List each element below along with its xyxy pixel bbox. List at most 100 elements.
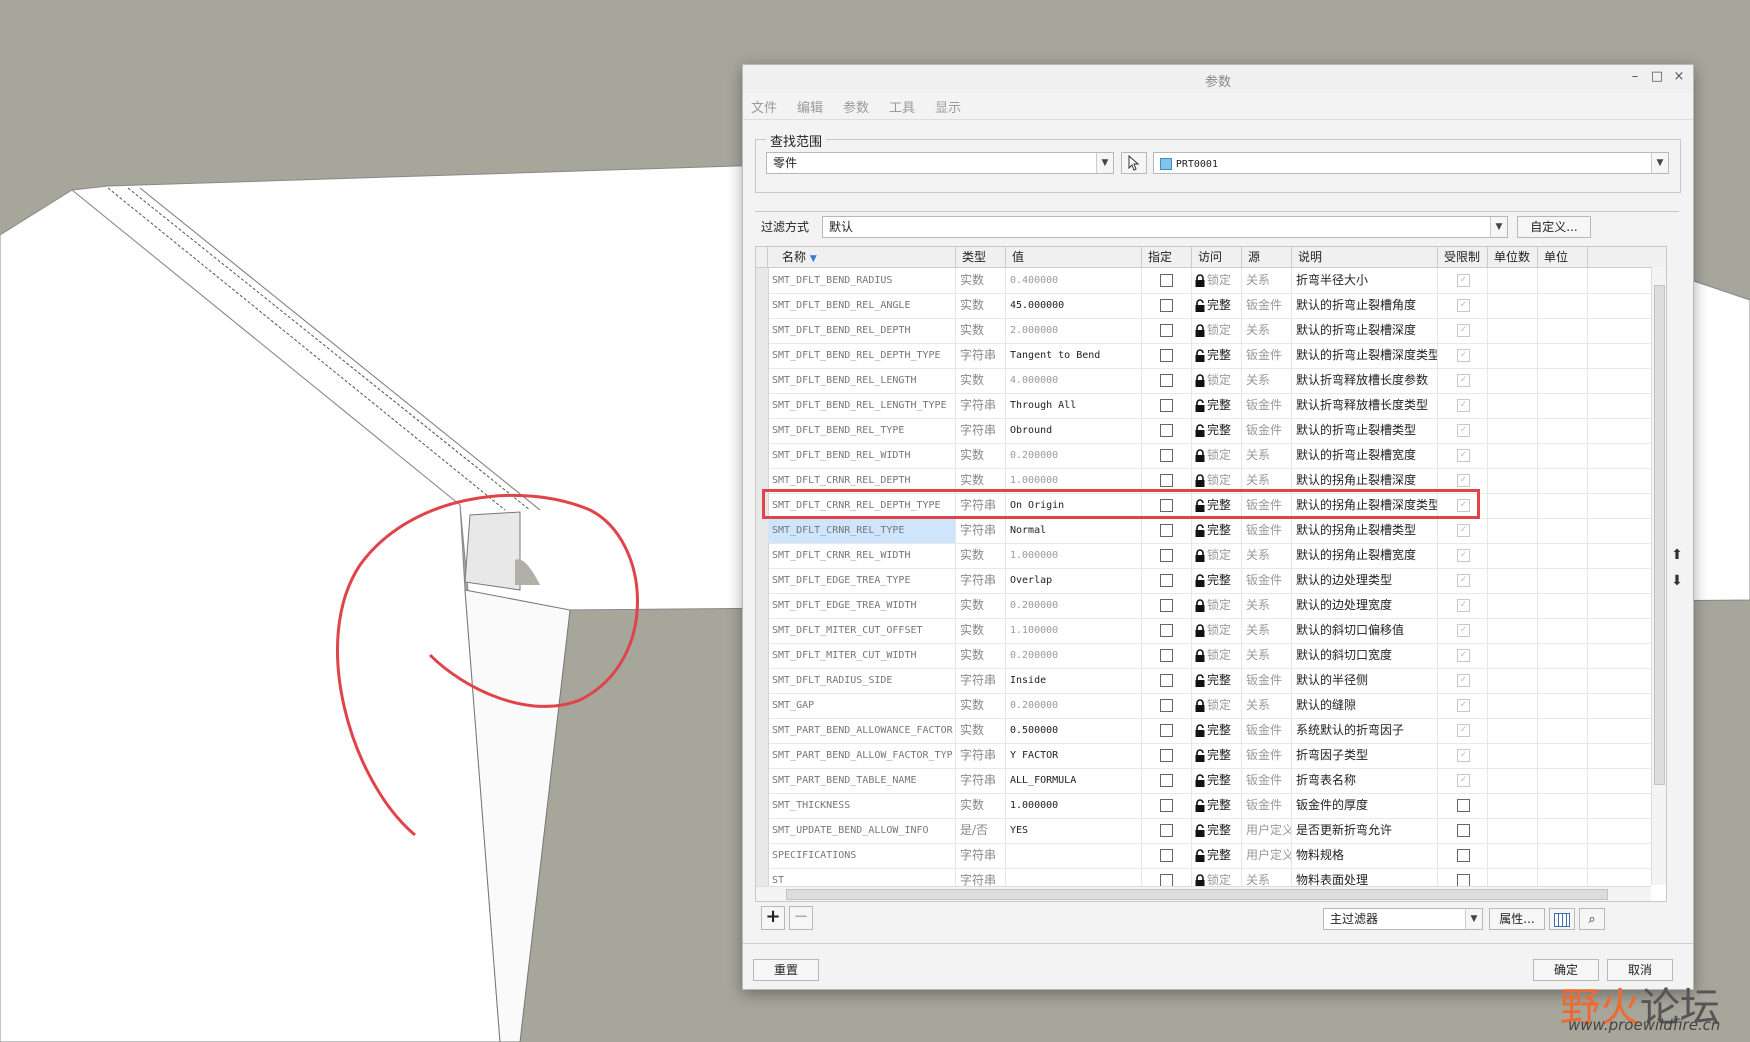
cell-name[interactable]: SMT_DFLT_RADIUS_SIDE (768, 668, 956, 693)
main-filter-select[interactable]: 主过滤器 ▼ (1323, 908, 1483, 930)
cell-access[interactable]: 锁定 (1192, 318, 1242, 343)
restricted-checkbox[interactable]: ✓ (1457, 449, 1470, 462)
maximize-button[interactable]: □ (1647, 69, 1667, 87)
cell-desc[interactable]: 默认的折弯止裂槽宽度 (1292, 443, 1438, 468)
cell-desc[interactable]: 默认的边处理宽度 (1292, 593, 1438, 618)
cell-value[interactable]: 0.400000 (1006, 268, 1142, 293)
cell-unitq[interactable] (1488, 368, 1538, 393)
cell-restricted[interactable]: ✓ (1438, 543, 1488, 568)
close-button[interactable]: × (1669, 69, 1689, 87)
scrollbar-thumb[interactable] (1654, 285, 1665, 785)
cell-type[interactable]: 字符串 (956, 493, 1006, 518)
cell-name[interactable]: SMT_DFLT_MITER_CUT_WIDTH (768, 643, 956, 668)
table-row[interactable]: SMT_UPDATE_BEND_ALLOW_INFO 是/否 YES 完整 用户定义 是否… (756, 818, 1651, 844)
cell-source[interactable]: 关系 (1242, 618, 1292, 643)
cell-desc[interactable]: 折弯表名称 (1292, 768, 1438, 793)
designate-checkbox[interactable] (1160, 499, 1173, 512)
cell-desc[interactable]: 默认的折弯止裂槽深度 (1292, 318, 1438, 343)
cell-designate[interactable] (1142, 443, 1192, 468)
cell-desc[interactable]: 默认的斜切口偏移值 (1292, 618, 1438, 643)
cell-value[interactable]: 2.000000 (1006, 318, 1142, 343)
designate-checkbox[interactable] (1160, 449, 1173, 462)
cell-designate[interactable] (1142, 318, 1192, 343)
cell-desc[interactable]: 默认的拐角止裂槽宽度 (1292, 543, 1438, 568)
cell-value[interactable]: 0.200000 (1006, 443, 1142, 468)
cell-unit[interactable] (1538, 618, 1588, 643)
select-pointer-button[interactable] (1121, 152, 1147, 174)
cell-name[interactable]: SMT_DFLT_CRNR_REL_WIDTH (768, 543, 956, 568)
cell-source[interactable]: 钣金件 (1242, 518, 1292, 543)
scrollbar-thumb[interactable] (786, 889, 1608, 900)
cell-value[interactable]: 4.000000 (1006, 368, 1142, 393)
cell-type[interactable]: 实数 (956, 468, 1006, 493)
cell-unit[interactable] (1538, 818, 1588, 843)
cell-unitq[interactable] (1488, 718, 1538, 743)
cell-unitq[interactable] (1488, 618, 1538, 643)
cell-name[interactable]: SMT_DFLT_BEND_REL_WIDTH (768, 443, 956, 468)
cell-value[interactable]: 1.000000 (1006, 468, 1142, 493)
cell-type[interactable]: 实数 (956, 443, 1006, 468)
cell-access[interactable]: 完整 (1192, 668, 1242, 693)
cell-restricted[interactable]: ✓ (1438, 293, 1488, 318)
table-row[interactable]: SPECIFICATIONS 字符串 完整 用户定义 物料规格 (756, 843, 1651, 869)
cell-restricted[interactable]: ✓ (1438, 668, 1488, 693)
cell-source[interactable]: 关系 (1242, 593, 1292, 618)
properties-button[interactable]: 属性... (1489, 908, 1545, 930)
cell-name[interactable]: SMT_PART_BEND_ALLOW_FACTOR_TYP (768, 743, 956, 768)
restricted-checkbox[interactable]: ✓ (1457, 349, 1470, 362)
table-row[interactable]: SMT_DFLT_BEND_RADIUS 实数 0.400000 锁定 关系 折弯半径大小… (756, 268, 1651, 294)
cell-unit[interactable] (1538, 743, 1588, 768)
cell-designate[interactable] (1142, 293, 1192, 318)
cell-access[interactable]: 锁定 (1192, 643, 1242, 668)
restricted-checkbox[interactable]: ✓ (1457, 499, 1470, 512)
cell-restricted[interactable]: ✓ (1438, 643, 1488, 668)
cell-restricted[interactable]: ✓ (1438, 343, 1488, 368)
reset-button[interactable]: 重置 (753, 959, 819, 981)
cell-type[interactable]: 实数 (956, 318, 1006, 343)
cell-type[interactable]: 实数 (956, 293, 1006, 318)
cell-type[interactable]: 实数 (956, 368, 1006, 393)
minimize-button[interactable]: – (1625, 69, 1645, 87)
restricted-checkbox[interactable]: ✓ (1457, 374, 1470, 387)
cell-access[interactable]: 完整 (1192, 293, 1242, 318)
cell-designate[interactable] (1142, 668, 1192, 693)
table-row[interactable]: SMT_DFLT_EDGE_TREA_WIDTH 实数 0.200000 锁定 关系 默认… (756, 593, 1651, 619)
table-row[interactable]: SMT_DFLT_CRNR_REL_TYPE 字符串 Normal 完整 钣金件 默认的拐… (756, 518, 1651, 544)
cell-unitq[interactable] (1488, 293, 1538, 318)
restricted-checkbox[interactable] (1457, 849, 1470, 862)
restricted-checkbox[interactable]: ✓ (1457, 624, 1470, 637)
cell-unit[interactable] (1538, 343, 1588, 368)
move-up-icon[interactable]: ⬆ (1668, 547, 1686, 565)
cell-designate[interactable] (1142, 418, 1192, 443)
cell-restricted[interactable]: ✓ (1438, 568, 1488, 593)
cell-type[interactable]: 实数 (956, 643, 1006, 668)
cell-unitq[interactable] (1488, 643, 1538, 668)
cell-name[interactable]: SMT_DFLT_CRNR_REL_DEPTH (768, 468, 956, 493)
cell-access[interactable]: 完整 (1192, 518, 1242, 543)
cell-type[interactable]: 实数 (956, 543, 1006, 568)
cell-type[interactable]: 字符串 (956, 768, 1006, 793)
restricted-checkbox[interactable]: ✓ (1457, 274, 1470, 287)
cell-access[interactable]: 完整 (1192, 843, 1242, 868)
designate-checkbox[interactable] (1160, 624, 1173, 637)
cell-type[interactable]: 字符串 (956, 743, 1006, 768)
designate-checkbox[interactable] (1160, 699, 1173, 712)
cell-unitq[interactable] (1488, 818, 1538, 843)
cell-access[interactable]: 锁定 (1192, 693, 1242, 718)
cell-name[interactable]: SMT_DFLT_BEND_REL_DEPTH (768, 318, 956, 343)
cell-name[interactable]: SMT_DFLT_BEND_REL_LENGTH_TYPE (768, 393, 956, 418)
cell-desc[interactable]: 默认的拐角止裂槽类型 (1292, 518, 1438, 543)
col-source[interactable]: 源 (1242, 247, 1292, 267)
cell-access[interactable]: 完整 (1192, 718, 1242, 743)
cell-designate[interactable] (1142, 493, 1192, 518)
designate-checkbox[interactable] (1160, 349, 1173, 362)
restricted-checkbox[interactable]: ✓ (1457, 699, 1470, 712)
cell-access[interactable]: 完整 (1192, 393, 1242, 418)
cell-unitq[interactable] (1488, 793, 1538, 818)
cell-designate[interactable] (1142, 593, 1192, 618)
cell-source[interactable]: 关系 (1242, 443, 1292, 468)
cell-designate[interactable] (1142, 643, 1192, 668)
table-row[interactable]: SMT_DFLT_CRNR_REL_DEPTH_TYPE 字符串 On Origin… (756, 493, 1651, 519)
cell-unit[interactable] (1538, 468, 1588, 493)
table-row[interactable]: SMT_DFLT_BEND_REL_WIDTH 实数 0.200000 锁定 关系 默认的… (756, 443, 1651, 469)
